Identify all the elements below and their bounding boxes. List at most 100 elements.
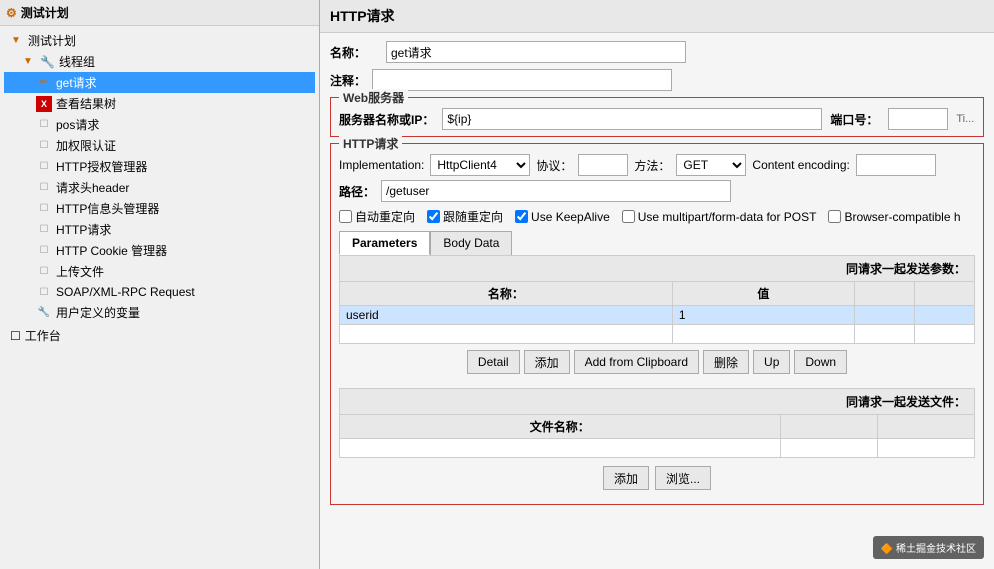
- port-input[interactable]: [888, 108, 948, 130]
- tree-item-user-vars-label: 用户定义的变量: [56, 304, 140, 321]
- panel-title: HTTP请求: [320, 0, 994, 33]
- workbench-label: 工作台: [25, 327, 61, 344]
- tree-area: ▼ 测试计划 ▼ 🔧 线程组 ✏ get请求 X 查看结果树 ☐ pos请求: [0, 26, 319, 569]
- delete-button[interactable]: 删除: [703, 350, 749, 374]
- encoding-label: Content encoding:: [752, 158, 849, 172]
- auto-redirect-checkbox[interactable]: [339, 210, 352, 223]
- note-row: 注释：: [330, 69, 984, 91]
- multipart-checkbox[interactable]: [622, 210, 635, 223]
- tab-parameters[interactable]: Parameters: [339, 231, 430, 255]
- port-label: 端口号：: [830, 111, 880, 128]
- file-add-button[interactable]: 添加: [603, 466, 649, 490]
- file-browse-button[interactable]: 浏览...: [655, 466, 711, 490]
- tree-item-http-auth[interactable]: ☐ HTTP授权管理器: [4, 156, 315, 177]
- file-section: 同请求一起发送文件： 文件名称：: [339, 388, 975, 498]
- bottom-btn-row: 添加 浏览...: [339, 458, 975, 498]
- left-panel-header: ⚙ 测试计划: [0, 0, 319, 26]
- tree-item-assertion-results[interactable]: X 查看结果树: [4, 93, 315, 114]
- tree-item-pos-request[interactable]: ☐ pos请求: [4, 114, 315, 135]
- param-include-cell: [915, 306, 975, 325]
- params-table-container: 同请求一起发送参数： 名称： 值 userid: [339, 255, 975, 380]
- method-select[interactable]: GET POST PUT DELETE: [676, 154, 746, 176]
- file-param-header: [877, 415, 974, 439]
- multipart-label[interactable]: Use multipart/form-data for POST: [622, 210, 817, 224]
- cookie-icon: ☐: [36, 243, 52, 259]
- timeout-label: Ti...: [956, 113, 974, 125]
- tree-item-http-auth-label: HTTP授权管理器: [56, 158, 147, 175]
- impl-select[interactable]: HttpClient4 HttpClient3.1 Java: [430, 154, 530, 176]
- path-row: 路径：: [339, 180, 975, 202]
- impl-row: Implementation: HttpClient4 HttpClient3.…: [339, 154, 975, 176]
- keep-alive-checkbox[interactable]: [515, 210, 528, 223]
- tree-item-get-request[interactable]: ✏ get请求: [4, 72, 315, 93]
- tab-body-data[interactable]: Body Data: [430, 231, 512, 255]
- col-include-header: [915, 282, 975, 306]
- protocol-label: 协议：: [536, 157, 572, 174]
- note-input[interactable]: [372, 69, 672, 91]
- tree-item-thread-group-icon: 🔧: [40, 55, 55, 69]
- name-input[interactable]: [386, 41, 686, 63]
- tree-item-upload[interactable]: ☐ 上传文件: [4, 261, 315, 282]
- http-request-section: HTTP请求 Implementation: HttpClient4 HttpC…: [330, 143, 984, 505]
- server-row: 服务器名称或IP： 端口号： Ti...: [339, 108, 975, 130]
- tree-item-cookie[interactable]: ☐ HTTP Cookie 管理器: [4, 240, 315, 261]
- pos-icon: ☐: [36, 117, 52, 133]
- http-info-icon: ☐: [36, 201, 52, 217]
- tabs-row: Parameters Body Data: [339, 231, 975, 255]
- path-input[interactable]: [381, 180, 731, 202]
- tree-item-pos-label: pos请求: [56, 116, 99, 133]
- tree-item-test-plan[interactable]: ▼ 测试计划: [4, 30, 315, 51]
- tree-item-soap[interactable]: ☐ SOAP/XML-RPC Request: [4, 282, 315, 302]
- upload-icon: ☐: [36, 264, 52, 280]
- tree-item-get-request-label: get请求: [56, 74, 97, 91]
- down-button[interactable]: Down: [794, 350, 847, 374]
- tree-item-user-vars[interactable]: 🔧 用户定义的变量: [4, 302, 315, 323]
- tree-item-cookie-label: HTTP Cookie 管理器: [56, 242, 167, 259]
- browser-compat-label[interactable]: Browser-compatible h: [828, 210, 960, 224]
- left-panel: ⚙ 测试计划 ▼ 测试计划 ▼ 🔧 线程组 ✏ get请求 X 查看结果树: [0, 0, 320, 569]
- follow-redirect-label[interactable]: 跟随重定向: [427, 208, 503, 225]
- follow-redirect-checkbox[interactable]: [427, 210, 440, 223]
- file-mime-header: [780, 415, 877, 439]
- file-table: 文件名称：: [339, 414, 975, 458]
- tree-item-http-info-label: HTTP信息头管理器: [56, 200, 159, 217]
- table-row[interactable]: userid 1: [340, 306, 975, 325]
- col-value-header: 值: [672, 282, 854, 306]
- tree-item-http-request-label: HTTP请求: [56, 221, 111, 238]
- impl-label: Implementation:: [339, 158, 424, 172]
- user-vars-icon: 🔧: [36, 305, 52, 321]
- tree-item-thread-group[interactable]: ▼ 🔧 线程组: [4, 51, 315, 72]
- auto-redirect-label[interactable]: 自动重定向: [339, 208, 415, 225]
- encoding-input[interactable]: [856, 154, 936, 176]
- protocol-input[interactable]: [578, 154, 628, 176]
- tree-item-auth[interactable]: ☐ 加权限认证: [4, 135, 315, 156]
- tree-item-http-request[interactable]: ☐ HTTP请求: [4, 219, 315, 240]
- server-label: 服务器名称或IP：: [339, 111, 434, 128]
- browser-compat-checkbox[interactable]: [828, 210, 841, 223]
- keep-alive-label[interactable]: Use KeepAlive: [515, 210, 610, 224]
- header-icon: ☐: [36, 180, 52, 196]
- watermark: 🔶 稀土掘金技术社区: [873, 536, 984, 559]
- tree-item-soap-label: SOAP/XML-RPC Request: [56, 285, 195, 299]
- tree-item-http-info[interactable]: ☐ HTTP信息头管理器: [4, 198, 315, 219]
- file-col-header: 文件名称：: [340, 415, 781, 439]
- soap-icon: ☐: [36, 284, 52, 300]
- right-panel: HTTP请求 名称： 注释： Web服务器 服务器名称或IP： 端口号：: [320, 0, 994, 569]
- watermark-icon: 🔶: [881, 544, 893, 555]
- left-panel-title: 测试计划: [21, 4, 69, 21]
- file-section-title: 同请求一起发送文件：: [339, 388, 975, 414]
- web-server-title: Web服务器: [339, 89, 408, 106]
- up-button[interactable]: Up: [753, 350, 790, 374]
- add-button[interactable]: 添加: [524, 350, 570, 374]
- col-name-header: 名称：: [340, 282, 673, 306]
- add-clipboard-button[interactable]: Add from Clipboard: [574, 350, 699, 374]
- file-row-empty: [340, 439, 975, 458]
- workbench-item[interactable]: ☐ 工作台: [4, 325, 315, 346]
- tree-item-thread-group-label: 线程组: [59, 53, 95, 70]
- server-input[interactable]: [442, 108, 822, 130]
- plan-icon: ⚙: [6, 6, 17, 20]
- tree-item-header[interactable]: ☐ 请求头header: [4, 177, 315, 198]
- get-request-icon: ✏: [36, 75, 52, 91]
- params-btn-row: Detail 添加 Add from Clipboard 删除 Up Down: [339, 344, 975, 380]
- detail-button[interactable]: Detail: [467, 350, 520, 374]
